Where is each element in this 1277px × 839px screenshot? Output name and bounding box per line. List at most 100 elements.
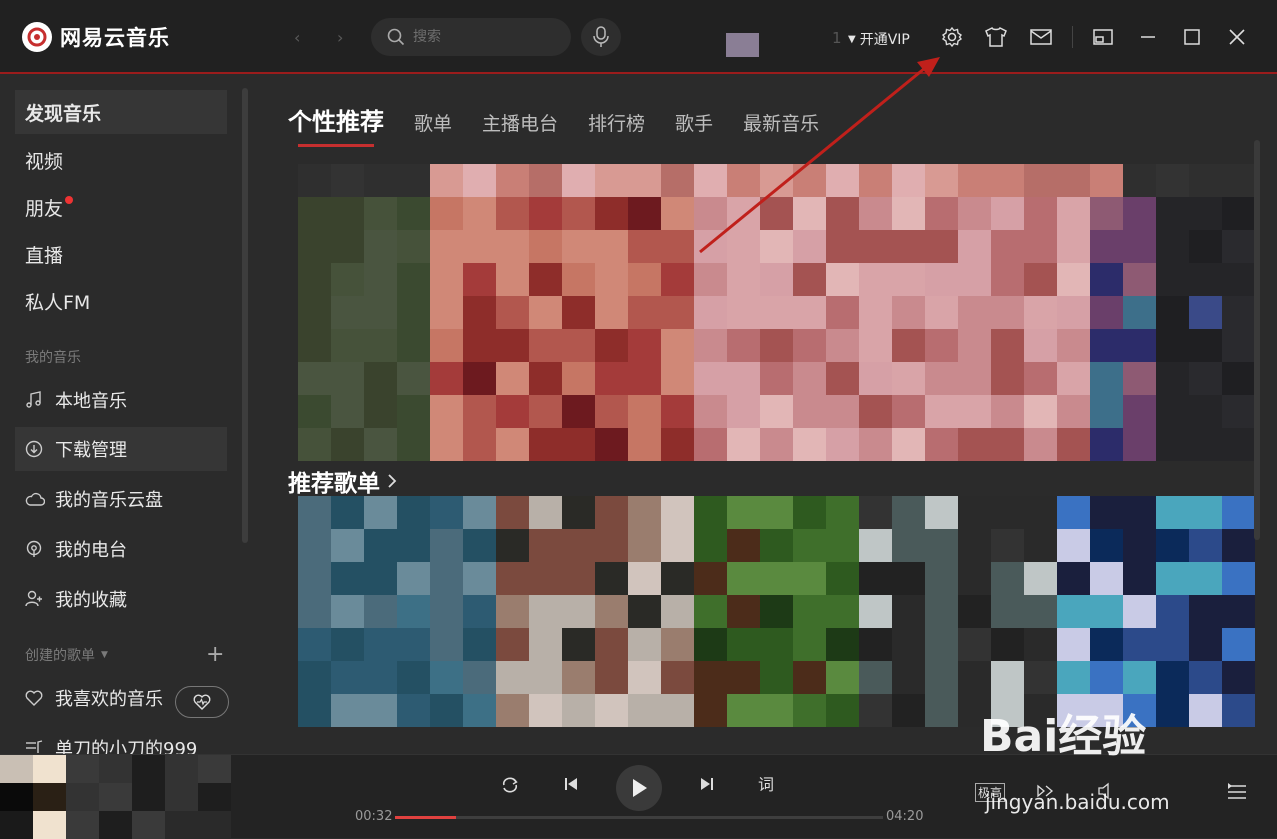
mail-icon[interactable]: [1029, 25, 1053, 49]
artwork-tile: [1156, 362, 1189, 395]
sidebar-item-radio[interactable]: 我的电台: [15, 527, 227, 571]
artwork-tile: [694, 562, 727, 595]
forward-arrow-icon[interactable]: ›: [337, 28, 343, 47]
artwork-tile: [496, 496, 529, 529]
artwork-tile: [298, 628, 331, 661]
artwork-tile: [760, 296, 793, 329]
artwork-tile: [793, 395, 826, 428]
sidebar-item-friends[interactable]: 朋友: [15, 185, 227, 229]
artwork-tile: [595, 230, 628, 263]
minimize-icon[interactable]: [1136, 25, 1160, 49]
tab-new-music[interactable]: 最新音乐: [743, 109, 819, 136]
tab-bar: 个性推荐 歌单 主播电台 排行榜 歌手 最新音乐: [288, 102, 849, 147]
artwork-tile: [463, 263, 496, 296]
sidebar-item-live[interactable]: 直播: [15, 232, 227, 276]
user-name[interactable]: 1: [832, 29, 842, 47]
sidebar-item-collection[interactable]: 我的收藏: [15, 577, 227, 621]
lyric-button[interactable]: 词: [758, 771, 774, 795]
banner-carousel[interactable]: [298, 164, 1255, 464]
heartbeat-mode-button[interactable]: [175, 686, 229, 718]
previous-track-icon[interactable]: [560, 773, 582, 795]
artwork-tile: [529, 661, 562, 694]
artwork-tile: [958, 230, 991, 263]
artwork-tile: [595, 529, 628, 562]
artwork-tile: [892, 628, 925, 661]
artwork-tile: [397, 628, 430, 661]
play-button[interactable]: [616, 765, 662, 811]
sidebar-item-video[interactable]: 视频: [15, 138, 227, 182]
sidebar-item-fm[interactable]: 私人FM: [15, 279, 227, 323]
artwork-tile: [298, 428, 331, 461]
artwork-tile: [1156, 628, 1189, 661]
settings-icon[interactable]: [940, 25, 964, 49]
recommended-playlists-heading[interactable]: 推荐歌单: [288, 464, 398, 498]
artwork-tile: [463, 694, 496, 727]
artwork-tile: [661, 562, 694, 595]
artwork-tile: [1189, 263, 1222, 296]
artwork-tile: [463, 628, 496, 661]
repeat-icon[interactable]: [498, 773, 522, 797]
sidebar-item-downloads[interactable]: 下载管理: [15, 427, 227, 471]
sidebar-item-local-music[interactable]: 本地音乐: [15, 378, 227, 422]
artwork-tile: [958, 595, 991, 628]
tab-charts[interactable]: 排行榜: [588, 109, 645, 136]
main-scrollbar[interactable]: [1254, 140, 1260, 540]
artwork-tile: [958, 661, 991, 694]
maximize-icon[interactable]: [1180, 25, 1204, 49]
artwork-tile: [760, 694, 793, 727]
artwork-tile: [1222, 529, 1255, 562]
add-playlist-icon[interactable]: +: [206, 642, 224, 667]
artwork-tile: [1090, 628, 1123, 661]
artwork-tile: [1057, 263, 1090, 296]
vip-button[interactable]: ▼ 开通VIP: [848, 29, 910, 49]
created-playlists-heading[interactable]: 创建的歌单 ▼: [25, 645, 108, 665]
search-input[interactable]: [411, 28, 565, 46]
artwork-tile: [397, 395, 430, 428]
baidu-watermark: Bai经验: [980, 711, 1147, 762]
artwork-tile: [1024, 661, 1057, 694]
skin-icon[interactable]: [984, 25, 1008, 49]
artwork-tile: [1024, 329, 1057, 362]
tab-playlists[interactable]: 歌单: [414, 109, 452, 136]
app-logo[interactable]: 网易云音乐: [22, 22, 170, 52]
search-box[interactable]: [371, 18, 571, 56]
sidebar-item-discover[interactable]: 发现音乐: [15, 90, 227, 134]
artwork-tile: [892, 694, 925, 727]
next-track-icon[interactable]: [696, 773, 718, 795]
artwork-tile: [958, 296, 991, 329]
artwork-tile: [529, 296, 562, 329]
artwork-tile: [1222, 296, 1255, 329]
playlist-queue-icon[interactable]: [1225, 781, 1249, 803]
sidebar-scrollbar[interactable]: [242, 88, 248, 543]
artwork-tile: [1222, 362, 1255, 395]
voice-search-button[interactable]: [581, 18, 621, 56]
artwork-tile: [727, 562, 760, 595]
artwork-tile: [826, 296, 859, 329]
artwork-tile: [1090, 428, 1123, 461]
artwork-tile: [1123, 230, 1156, 263]
progress-bar[interactable]: [395, 816, 883, 819]
avatar[interactable]: [726, 33, 759, 57]
artwork-tile: [99, 755, 132, 783]
sidebar-item-playlist[interactable]: 单刀的小刀的999: [15, 726, 227, 754]
artwork-tile: [496, 628, 529, 661]
back-arrow-icon[interactable]: ‹: [294, 28, 300, 47]
tab-recommend[interactable]: 个性推荐: [288, 102, 384, 147]
artwork-tile: [298, 395, 331, 428]
microphone-icon: [593, 26, 609, 47]
artwork-tile: [991, 428, 1024, 461]
artwork-tile: [793, 496, 826, 529]
sidebar-item-cloud[interactable]: 我的音乐云盘: [15, 477, 227, 521]
artwork-tile: [364, 296, 397, 329]
artwork-tile: [1057, 329, 1090, 362]
artwork-tile: [529, 395, 562, 428]
mini-mode-icon[interactable]: [1091, 25, 1115, 49]
artwork-tile: [958, 329, 991, 362]
tab-artists[interactable]: 歌手: [675, 109, 713, 136]
artwork-tile: [661, 362, 694, 395]
tab-radio[interactable]: 主播电台: [482, 109, 558, 136]
now-playing-cover[interactable]: [0, 755, 240, 839]
artwork-tile: [1090, 496, 1123, 529]
artwork-tile: [430, 395, 463, 428]
close-icon[interactable]: [1225, 25, 1249, 49]
